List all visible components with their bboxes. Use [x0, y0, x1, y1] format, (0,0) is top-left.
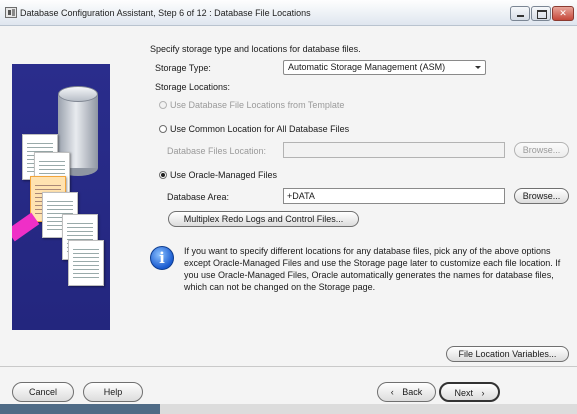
- storage-type-value: Automatic Storage Management (ASM): [288, 62, 446, 72]
- chevron-right-icon: ›: [481, 388, 485, 398]
- window-title: Database Configuration Assistant, Step 6…: [20, 8, 311, 18]
- minimize-button[interactable]: [510, 6, 530, 21]
- next-button[interactable]: Next ›: [439, 382, 500, 402]
- info-icon: i: [150, 246, 174, 270]
- option-template-label: Use Database File Locations from Templat…: [170, 100, 345, 110]
- back-button[interactable]: ‹ Back: [377, 382, 436, 402]
- radio-template-locations[interactable]: [159, 101, 167, 109]
- db-files-location-field[interactable]: [283, 142, 505, 158]
- db-files-location-label: Database Files Location:: [167, 146, 267, 156]
- database-area-label: Database Area:: [167, 192, 230, 202]
- maximize-button[interactable]: [531, 6, 551, 21]
- info-message: If you want to specify different locatio…: [184, 246, 561, 292]
- chevron-down-icon: [475, 66, 481, 69]
- intro-text: Specify storage type and locations for d…: [150, 44, 361, 54]
- footer-separator: [0, 366, 577, 367]
- multiplex-redo-logs-button[interactable]: Multiplex Redo Logs and Control Files...: [168, 211, 359, 227]
- cancel-button[interactable]: Cancel: [12, 382, 74, 402]
- storage-type-label: Storage Type:: [155, 63, 211, 73]
- document-icon: [68, 240, 104, 286]
- file-location-variables-button[interactable]: File Location Variables...: [446, 346, 569, 362]
- title-bar: Database Configuration Assistant, Step 6…: [0, 0, 577, 26]
- radio-oracle-managed-files[interactable]: [159, 171, 167, 179]
- option-common-label: Use Common Location for All Database Fil…: [170, 124, 350, 134]
- dbca-window: Database Configuration Assistant, Step 6…: [0, 0, 577, 414]
- chevron-left-icon: ‹: [390, 387, 394, 397]
- database-area-field[interactable]: +DATA: [283, 188, 505, 204]
- option-omf-label: Use Oracle-Managed Files: [170, 170, 278, 180]
- storage-locations-label: Storage Locations:: [155, 82, 231, 92]
- browse-database-area-button[interactable]: Browse...: [514, 188, 569, 204]
- close-button[interactable]: ✕: [552, 6, 574, 21]
- radio-common-location[interactable]: [159, 125, 167, 133]
- back-label: Back: [402, 387, 423, 397]
- help-button[interactable]: Help: [83, 382, 143, 402]
- browse-files-location-button[interactable]: Browse...: [514, 142, 569, 158]
- dbca-app-icon: [5, 7, 17, 18]
- database-cylinder-top: [58, 86, 98, 102]
- taskbar-fragment: [0, 404, 160, 414]
- wizard-illustration: [12, 64, 110, 330]
- next-label: Next: [454, 388, 473, 398]
- storage-type-select[interactable]: Automatic Storage Management (ASM): [283, 60, 486, 75]
